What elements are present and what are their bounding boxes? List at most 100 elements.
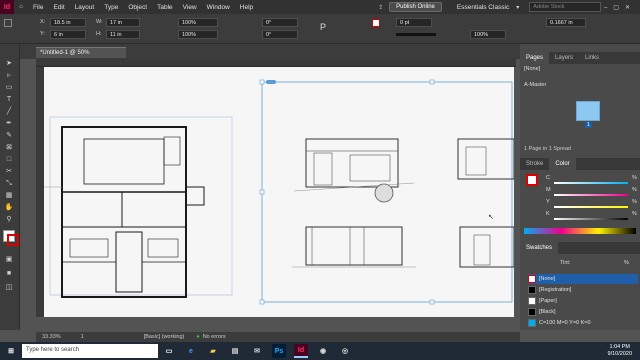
swatch-paper[interactable]: [Paper]: [528, 296, 638, 306]
direct-selection-tool-icon[interactable]: ▹: [4, 72, 14, 80]
tab-color[interactable]: Color: [549, 158, 576, 170]
tab-pages[interactable]: Pages: [520, 52, 550, 64]
menu-file[interactable]: File: [28, 4, 48, 11]
swatch-black[interactable]: [Black]: [528, 307, 638, 317]
stroke-color-icon[interactable]: [7, 234, 19, 246]
h-field[interactable]: 11 in: [106, 30, 140, 39]
tab-stroke[interactable]: Stroke: [520, 158, 549, 170]
swatch-label: [None]: [539, 276, 556, 282]
zoom-level[interactable]: 33.33%: [42, 334, 61, 340]
menu-window[interactable]: Window: [202, 4, 235, 11]
opacity-field[interactable]: 100%: [470, 30, 506, 39]
page-tool-icon[interactable]: ▭: [4, 84, 14, 92]
tab-layers[interactable]: Layers: [549, 52, 579, 64]
rectangle-tool-icon[interactable]: □: [4, 156, 14, 164]
screen-mode-icon[interactable]: ◫: [4, 284, 14, 292]
floor-plan-drawing: [44, 126, 205, 298]
type-tool-icon[interactable]: T: [4, 96, 14, 104]
adobe-stock-search[interactable]: Adobe Stock: [529, 2, 602, 12]
reference-point-icon[interactable]: [4, 19, 12, 27]
line-tool-icon[interactable]: ╱: [4, 108, 14, 116]
swatch-chip: [528, 286, 536, 294]
shear-field[interactable]: 0°: [262, 30, 298, 39]
menu-view[interactable]: View: [178, 4, 202, 11]
y-slider[interactable]: [554, 206, 628, 208]
menu-help[interactable]: Help: [235, 4, 258, 11]
mail-icon[interactable]: ✉: [250, 344, 264, 358]
y-field[interactable]: 6 in: [50, 30, 86, 39]
a-master[interactable]: A-Master: [524, 82, 636, 92]
menu-edit[interactable]: Edit: [48, 4, 69, 11]
document-tab[interactable]: *Untitled-1 @ 50%: [36, 47, 126, 58]
horizontal-ruler[interactable]: [36, 59, 516, 67]
c-slider[interactable]: [554, 182, 628, 184]
dimension-field[interactable]: 0.1667 in: [546, 18, 586, 27]
swatch-chip: [528, 275, 536, 283]
scale-y-field[interactable]: 100%: [178, 30, 218, 39]
clock-time: 1:04 PM: [609, 344, 630, 350]
color-fill-stroke-icon[interactable]: [526, 174, 538, 186]
tab-links[interactable]: Links: [579, 52, 605, 64]
scissors-tool-icon[interactable]: ✂: [4, 168, 14, 176]
stroke-type-preview[interactable]: [396, 33, 436, 36]
w-field[interactable]: 17 in: [106, 18, 140, 27]
stroke-weight-field[interactable]: 0 pt: [396, 18, 432, 27]
zoom-tool-icon[interactable]: ⚲: [4, 216, 14, 224]
publish-online-button[interactable]: Publish Online: [389, 2, 442, 12]
pen-tool-icon[interactable]: ✒: [4, 120, 14, 128]
pasteboard[interactable]: ↖: [44, 67, 515, 317]
task-view-icon[interactable]: ▭: [162, 344, 176, 358]
windows-start-icon[interactable]: ⊞: [4, 344, 18, 358]
scale-x-field[interactable]: 100%: [178, 18, 218, 27]
channel-c-unit: %: [632, 175, 637, 181]
fill-swatch-icon[interactable]: [372, 19, 380, 27]
rectangle-frame-tool-icon[interactable]: ⊠: [4, 144, 14, 152]
swatch-cyan[interactable]: C=100 M=0 Y=0 K=0: [528, 318, 638, 328]
menu-table[interactable]: Table: [152, 4, 178, 11]
app-icon[interactable]: ◉: [316, 344, 330, 358]
apply-color-icon[interactable]: ■: [4, 270, 14, 278]
m-slider[interactable]: [554, 194, 628, 196]
chevron-down-icon[interactable]: ▾: [516, 4, 519, 11]
gradient-tool-icon[interactable]: ▦: [4, 192, 14, 200]
x-field[interactable]: 18.5 in: [50, 18, 86, 27]
swatch-none[interactable]: [None]: [528, 274, 638, 284]
channel-m-unit: %: [632, 187, 637, 193]
page-field[interactable]: 1: [81, 334, 84, 340]
hand-tool-icon[interactable]: ✋: [4, 204, 14, 212]
channel-y: Y: [546, 199, 550, 205]
menu-layout[interactable]: Layout: [70, 4, 100, 11]
preflight-profile[interactable]: [Basic] (working): [144, 334, 185, 340]
vertical-ruler[interactable]: [36, 67, 44, 317]
color-spectrum[interactable]: [524, 228, 636, 234]
none-master[interactable]: [None]: [524, 66, 636, 76]
taskbar: ⊞ Type here to search ▭ e ▰ ▤ ✉ Ps Id ◉ …: [0, 342, 640, 360]
indesign-taskbar-icon[interactable]: Id: [294, 344, 308, 358]
taskbar-search[interactable]: Type here to search: [22, 344, 158, 358]
channel-c: C: [546, 175, 550, 181]
formatting-icon[interactable]: ▣: [4, 256, 14, 264]
home-icon[interactable]: ⌂: [14, 4, 28, 10]
file-explorer-icon[interactable]: ▰: [206, 344, 220, 358]
menu-object[interactable]: Object: [123, 4, 152, 11]
clock[interactable]: 1:04 PM 9/10/2020: [608, 344, 632, 358]
window-controls[interactable]: –▢✕: [604, 4, 636, 11]
tab-swatches[interactable]: Swatches: [520, 242, 559, 254]
edge-icon[interactable]: e: [184, 344, 198, 358]
rotate-field[interactable]: 0°: [262, 18, 298, 27]
share-icon[interactable]: ⇪: [378, 4, 383, 11]
app-icon[interactable]: ◎: [338, 344, 352, 358]
page-thumbnail[interactable]: [576, 101, 600, 121]
store-icon[interactable]: ▤: [228, 344, 242, 358]
selection-tool-icon[interactable]: ➤: [4, 60, 14, 68]
workspace-switcher[interactable]: Essentials Classic: [452, 4, 514, 11]
swatch-registration[interactable]: [Registration]: [528, 285, 638, 295]
k-slider[interactable]: [554, 218, 628, 220]
canvas-artwork: ↖: [44, 79, 515, 305]
pencil-tool-icon[interactable]: ✎: [4, 132, 14, 140]
tools-panel: ➤ ▹ ▭ T ╱ ✒ ✎ ⊠ □ ✂ ⤡ ▦ ✋ ⚲ ▣ ■ ◫: [0, 44, 20, 330]
free-transform-tool-icon[interactable]: ⤡: [4, 180, 14, 188]
menu-type[interactable]: Type: [99, 4, 123, 11]
type-on-path-icon[interactable]: P: [320, 22, 326, 32]
photoshop-icon[interactable]: Ps: [272, 344, 286, 358]
